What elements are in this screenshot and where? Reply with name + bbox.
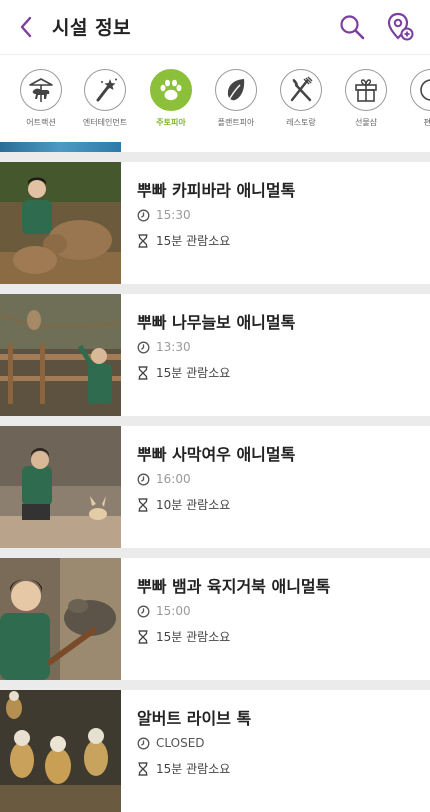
carousel-horse-icon <box>20 69 62 111</box>
fennec-fox-photo <box>0 426 121 548</box>
item-duration: 15분 관람소요 <box>156 630 231 644</box>
clock-icon <box>137 209 150 221</box>
divider <box>0 152 430 162</box>
category-restaurant[interactable]: 레스토랑 <box>272 69 330 128</box>
category-convenience[interactable]: 편의 <box>402 69 430 128</box>
duration-row: 15분 관람소요 <box>137 232 230 249</box>
item-time: 15:30 <box>156 208 191 222</box>
divider <box>0 416 430 426</box>
divider <box>0 680 430 690</box>
category-label: 엔터테인먼트 <box>82 118 128 127</box>
category-plantopia[interactable]: 플랜트피아 <box>207 69 265 128</box>
list-item[interactable]: 뿌빠 사막여우 애니멀톡 16:00 10분 관람소요 <box>0 426 430 548</box>
category-label: 선물샵 <box>354 118 378 127</box>
category-label: 어트랙션 <box>26 118 56 127</box>
fork-knife-icon <box>280 69 322 111</box>
item-duration: 15분 관람소요 <box>156 366 231 380</box>
clock-icon <box>137 737 150 749</box>
clock-icon <box>137 605 150 617</box>
item-title: 뿌빠 카피바라 애니멀톡 <box>137 181 296 200</box>
hourglass-icon <box>138 233 148 248</box>
app-header: 시설 정보 <box>0 0 430 54</box>
item-duration: 15분 관람소요 <box>156 234 231 248</box>
category-bar: 어트랙션 엔터테인먼트 주토피아 플랜트피아 레스토랑 선물샵 <box>0 54 430 142</box>
previous-item-thumbnail[interactable] <box>0 142 121 152</box>
capybara-photo <box>0 162 121 284</box>
item-duration: 10분 관람소요 <box>156 498 231 512</box>
sloth-photo <box>0 294 121 416</box>
time-row: 15:00 <box>137 604 191 618</box>
item-duration: 15분 관람소요 <box>156 762 231 776</box>
item-title: 알버트 라이브 톡 <box>137 709 252 728</box>
duration-row: 15분 관람소요 <box>137 628 230 645</box>
category-gift-shop[interactable]: 선물샵 <box>337 69 395 128</box>
category-zootopia[interactable]: 주토피아 <box>142 69 200 128</box>
clock-icon <box>137 473 150 485</box>
time-row: 15:30 <box>137 208 191 222</box>
list-item[interactable]: 뿌빠 뱀과 육지거북 애니멀톡 15:00 15분 관람소요 <box>0 558 430 680</box>
back-button[interactable] <box>10 12 42 42</box>
list-item[interactable]: 뿌빠 나무늘보 애니멀톡 13:30 15분 관람소요 <box>0 294 430 416</box>
chevron-left-icon <box>20 16 32 38</box>
snake-tortoise-photo <box>0 558 121 680</box>
divider <box>0 284 430 294</box>
category-label: 플랜트피아 <box>217 118 255 127</box>
item-time: CLOSED <box>156 736 205 750</box>
hourglass-icon <box>138 497 148 512</box>
duration-row: 15분 관람소요 <box>137 760 230 777</box>
category-label: 주토피아 <box>156 118 186 127</box>
duration-row: 10분 관람소요 <box>137 496 230 513</box>
item-time: 13:30 <box>156 340 191 354</box>
info-icon <box>410 69 430 111</box>
page-title: 시설 정보 <box>52 17 132 39</box>
search-icon <box>340 15 365 40</box>
item-title: 뿌빠 뱀과 육지거북 애니멀톡 <box>137 577 331 596</box>
map-location-button[interactable] <box>384 11 416 43</box>
paw-icon <box>150 69 192 111</box>
category-entertainment[interactable]: 엔터테인먼트 <box>76 69 134 128</box>
time-row: 16:00 <box>137 472 191 486</box>
magic-wand-icon <box>84 69 126 111</box>
hourglass-icon <box>138 365 148 380</box>
hourglass-icon <box>138 629 148 644</box>
map-pin-icon <box>387 12 414 41</box>
list-item[interactable]: 뿌빠 카피바라 애니멀톡 15:30 15분 관람소요 <box>0 162 430 284</box>
list-item[interactable]: 알버트 라이브 톡 CLOSED 15분 관람소요 <box>0 690 430 812</box>
item-time: 15:00 <box>156 604 191 618</box>
category-attraction[interactable]: 어트랙션 <box>12 69 70 128</box>
search-button[interactable] <box>337 12 367 42</box>
monkey-photo <box>0 690 121 812</box>
leaf-icon <box>215 69 257 111</box>
divider <box>0 548 430 558</box>
item-title: 뿌빠 나무늘보 애니멀톡 <box>137 313 296 332</box>
category-label: 레스토랑 <box>286 118 316 127</box>
item-title: 뿌빠 사막여우 애니멀톡 <box>137 445 296 464</box>
duration-row: 15분 관람소요 <box>137 364 230 381</box>
item-time: 16:00 <box>156 472 191 486</box>
time-row: 13:30 <box>137 340 191 354</box>
clock-icon <box>137 341 150 353</box>
hourglass-icon <box>138 761 148 776</box>
gift-icon <box>345 69 387 111</box>
time-row: CLOSED <box>137 736 205 750</box>
category-label: 편의 <box>402 117 430 128</box>
